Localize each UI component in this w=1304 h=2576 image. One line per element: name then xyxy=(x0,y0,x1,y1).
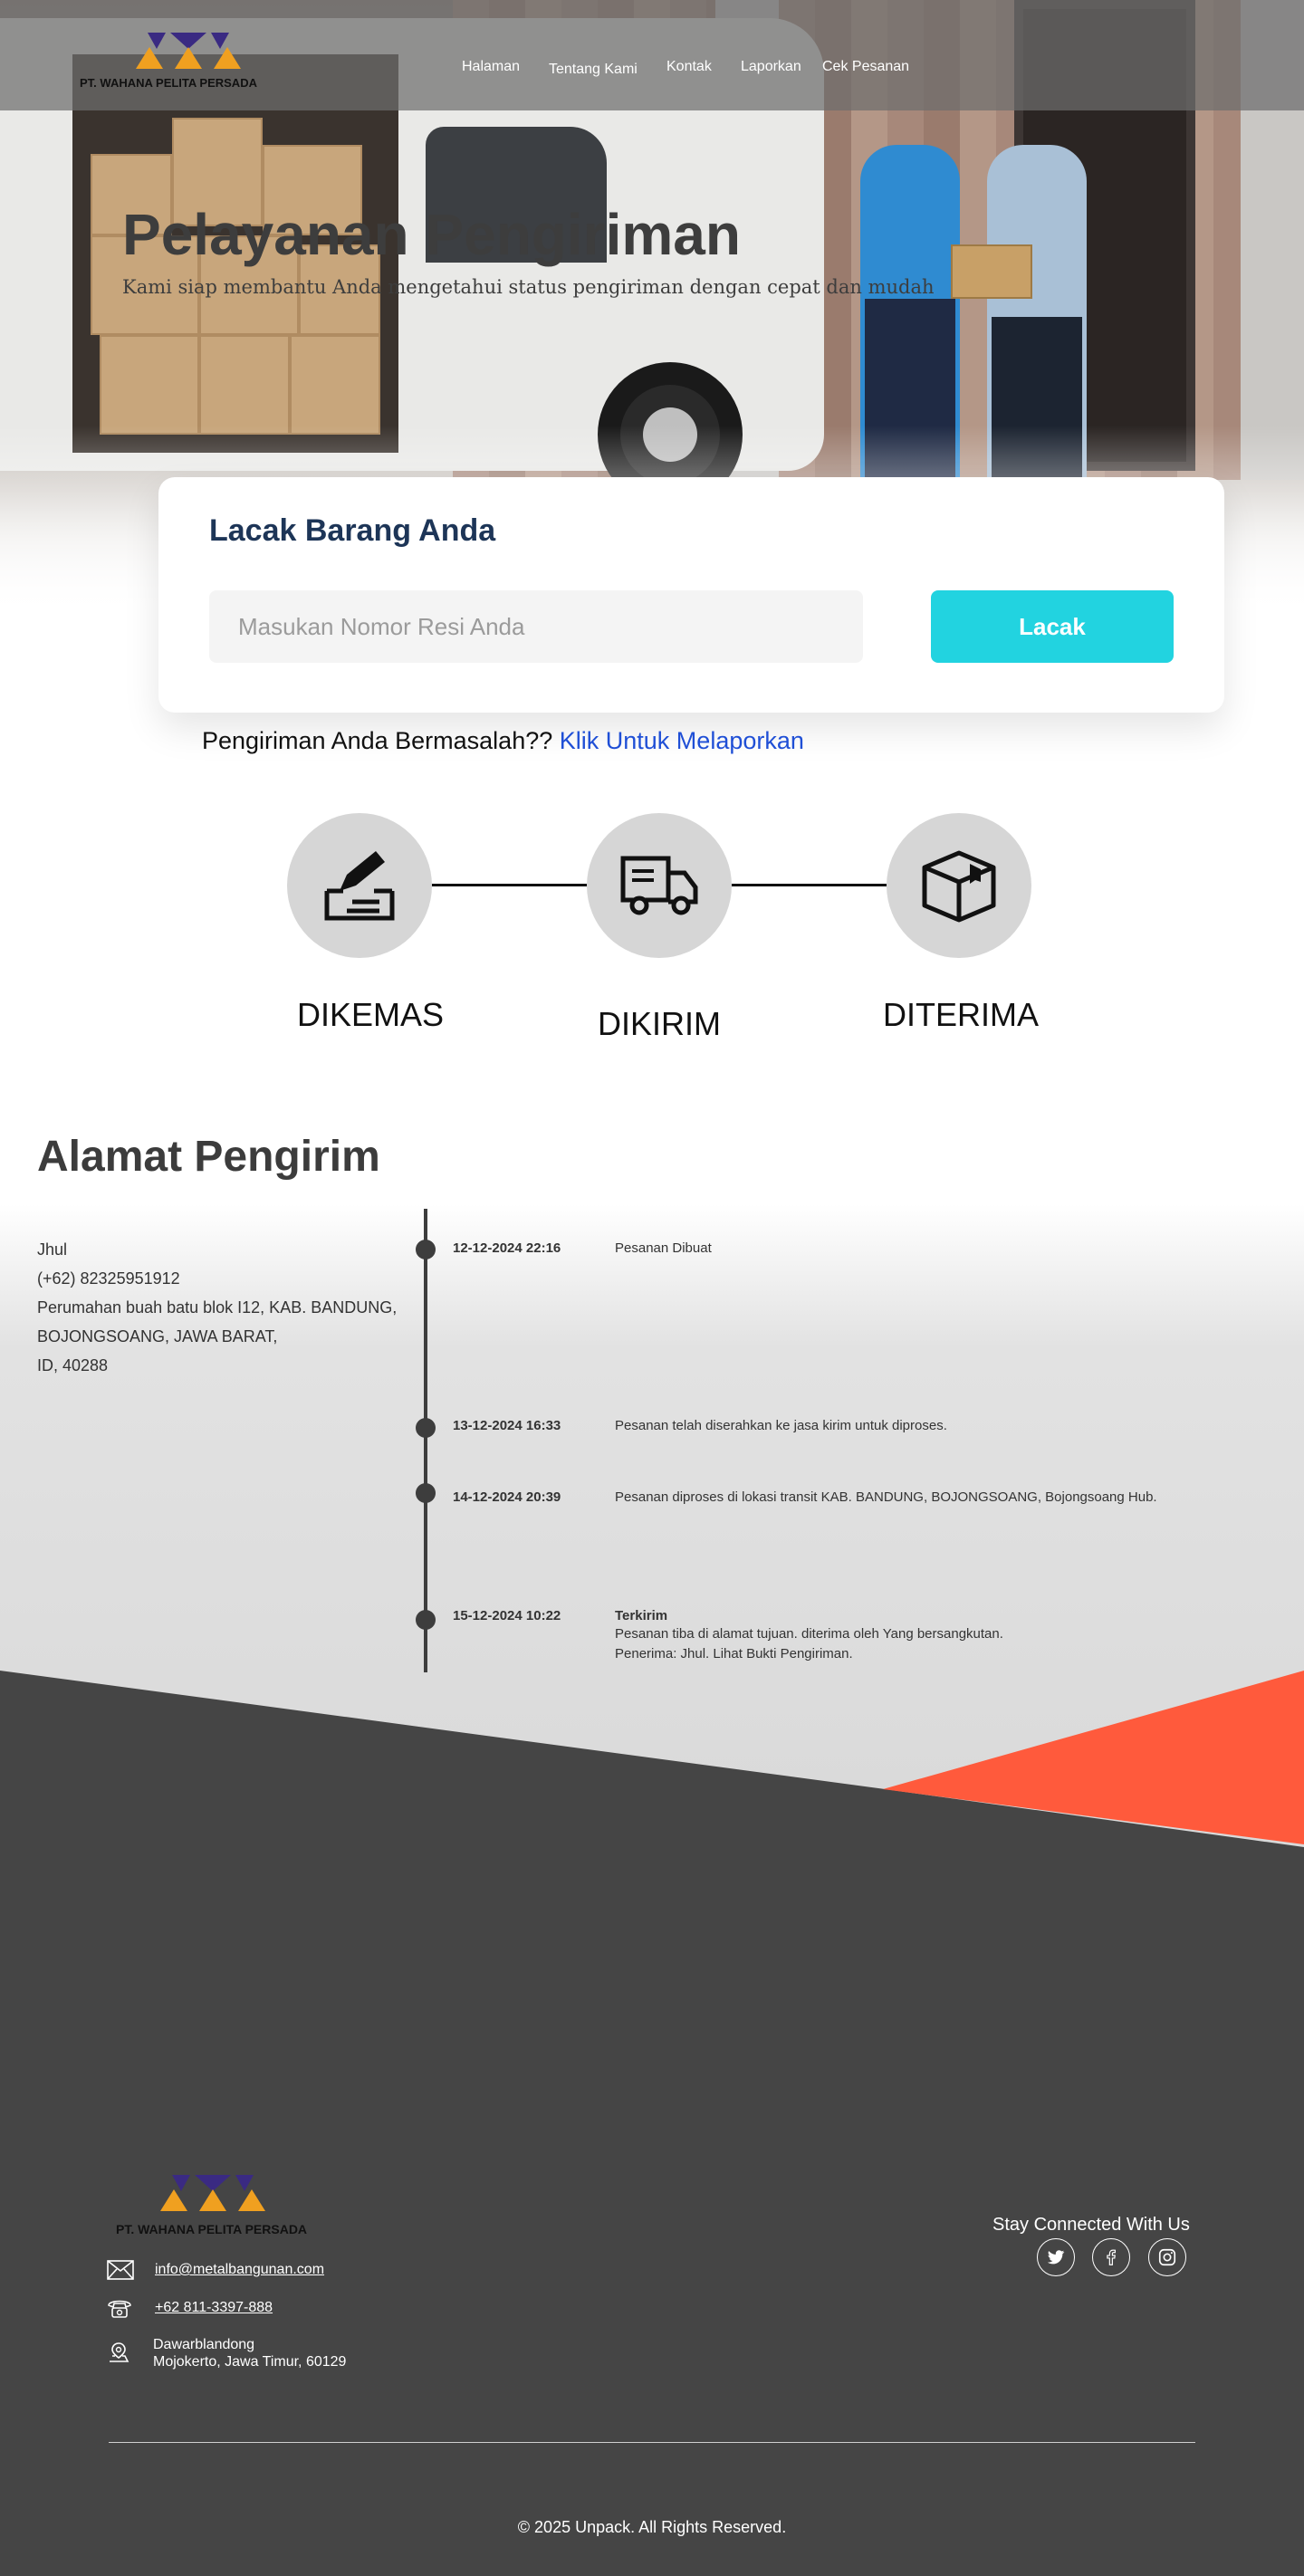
sender-address-line: BOJONGSOANG, JAWA BARAT, xyxy=(37,1327,278,1345)
sender-address-line: ID, 40288 xyxy=(37,1356,109,1374)
step-connector xyxy=(432,884,587,886)
timeline-date: 12-12-2024 22:16 xyxy=(453,1240,561,1256)
timeline-line xyxy=(424,1209,427,1672)
nav-kontak[interactable]: Kontak xyxy=(666,59,712,75)
timeline-dot xyxy=(416,1240,436,1259)
nav-cek-pesanan[interactable]: Cek Pesanan xyxy=(822,59,909,75)
timeline-text: Pesanan Dibuat xyxy=(615,1240,712,1256)
step-label-diterima: DITERIMA xyxy=(882,996,1039,1033)
timeline-date: 15-12-2024 10:22 xyxy=(453,1608,561,1623)
footer-divider xyxy=(109,2442,1195,2443)
location-icon xyxy=(110,2342,129,2362)
footer-phone[interactable]: +62 811-3397-888 xyxy=(155,2300,273,2316)
track-title: Lacak Barang Anda xyxy=(209,513,496,548)
track-button[interactable]: Lacak xyxy=(931,590,1174,663)
footer-email[interactable]: info@metalbangunan.com xyxy=(155,2262,324,2278)
pack-icon xyxy=(324,851,395,921)
sender-phone: (+62) 82325951912 xyxy=(37,1269,180,1288)
footer-address-line1: Dawarblandong xyxy=(153,2337,255,2352)
footer-background xyxy=(0,1671,1304,2576)
facebook-icon xyxy=(1107,2249,1116,2265)
nav-tentang-kami[interactable]: Tentang Kami xyxy=(549,62,638,78)
nav-laporkan[interactable]: Laporkan xyxy=(741,59,801,75)
timeline-text: Penerima: Jhul. Lihat Bukti Pengiriman. xyxy=(615,1646,853,1661)
instagram-link[interactable] xyxy=(1148,2238,1186,2276)
logo-mark-icon xyxy=(136,33,241,69)
timeline-text: Pesanan telah diserahkan ke jasa kirim u… xyxy=(615,1418,947,1433)
facebook-link[interactable] xyxy=(1092,2238,1130,2276)
parcel-image xyxy=(951,244,1032,299)
logo-text: PT. WAHANA PELITA PERSADA xyxy=(80,76,257,90)
step-label-dikirim: DIKIRIM xyxy=(597,1005,721,1042)
step-dikirim xyxy=(587,813,732,958)
logo-mark-icon xyxy=(160,2175,265,2211)
box-icon xyxy=(922,850,996,923)
report-link[interactable]: Klik Untuk Melaporkan xyxy=(560,727,804,754)
phone-icon xyxy=(108,2300,131,2318)
timeline-dot xyxy=(416,1483,436,1503)
instagram-icon xyxy=(1158,2248,1176,2266)
report-prompt: Pengiriman Anda Bermasalah?? Klik Untuk … xyxy=(202,727,804,755)
shipping-title: Alamat Pengirim xyxy=(37,1133,380,1181)
timeline-date: 14-12-2024 20:39 xyxy=(453,1489,561,1505)
step-label-dikemas: DIKEMAS xyxy=(296,996,445,1033)
timeline-heading: Terkirim xyxy=(615,1606,667,1626)
sender-name: Jhul xyxy=(37,1240,68,1259)
track-card: Lacak Barang Anda Lacak xyxy=(158,477,1224,713)
hero-subtitle: Kami siap membantu Anda mengetahui statu… xyxy=(122,276,935,298)
nav-halaman[interactable]: Halaman xyxy=(462,59,520,75)
timeline-dot xyxy=(416,1610,436,1630)
footer-logo[interactable]: PT. WAHANA PELITA PERSADA xyxy=(116,2175,333,2238)
footer-address-line2: Mojokerto, Jawa Timur, 60129 xyxy=(153,2354,347,2370)
copyright: © 2025 Unpack. All Rights Reserved. xyxy=(517,2518,787,2536)
footer-logo-text: PT. WAHANA PELITA PERSADA xyxy=(116,2222,308,2236)
step-dikemas xyxy=(287,813,432,958)
stay-connected-label: Stay Connected With Us xyxy=(992,2215,1190,2235)
footer xyxy=(0,1671,1304,2576)
delivered-status: Terkirim xyxy=(615,1608,668,1623)
report-prefix: Pengiriman Anda Bermasalah?? xyxy=(202,727,553,754)
tracking-number-input[interactable] xyxy=(209,590,863,663)
step-diterima xyxy=(887,813,1031,958)
timeline-date: 13-12-2024 16:33 xyxy=(453,1418,561,1433)
twitter-icon xyxy=(1047,2250,1065,2265)
sender-address-line: Perumahan buah batu blok I12, KAB. BANDU… xyxy=(37,1298,398,1317)
company-logo[interactable]: PT. WAHANA PELITA PERSADA xyxy=(80,31,288,94)
truck-icon xyxy=(620,856,698,915)
mail-icon xyxy=(107,2260,134,2280)
twitter-link[interactable] xyxy=(1037,2238,1075,2276)
step-connector xyxy=(732,884,887,886)
timeline-text: Pesanan diproses di lokasi transit KAB. … xyxy=(615,1489,1157,1505)
hero-title: Pelayanan Pengiriman xyxy=(122,202,741,267)
timeline-dot xyxy=(416,1418,436,1438)
timeline-text: Pesanan tiba di alamat tujuan. diterima … xyxy=(615,1626,1003,1642)
